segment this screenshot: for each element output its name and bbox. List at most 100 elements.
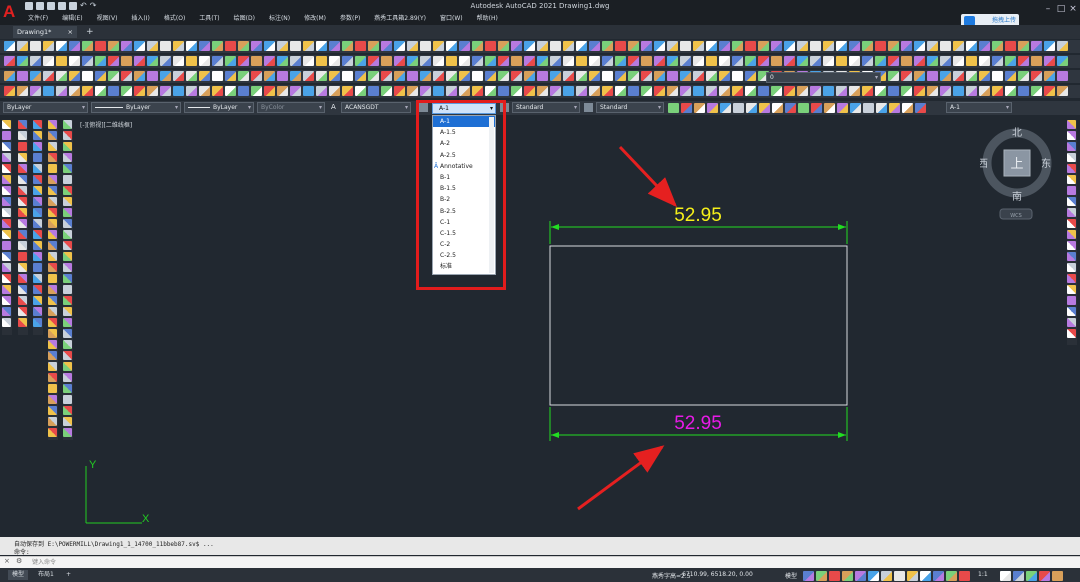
side-toolbar-button-icon[interactable] [63, 274, 72, 283]
side-toolbar-button-icon[interactable] [33, 142, 42, 151]
toolbar-button-icon[interactable] [355, 86, 366, 96]
toolbar-button-icon[interactable] [277, 86, 288, 96]
toolbar-button-icon[interactable] [798, 103, 809, 113]
toolbar-button-icon[interactable] [1052, 571, 1063, 581]
toolbar-button-icon[interactable] [1005, 56, 1016, 66]
toolbar-button-icon[interactable] [173, 41, 184, 51]
toolbar-button-icon[interactable] [290, 41, 301, 51]
toolbar-button-icon[interactable] [303, 41, 314, 51]
toolbar-button-icon[interactable] [707, 103, 718, 113]
toolbar-button-icon[interactable] [537, 56, 548, 66]
side-toolbar-button-icon[interactable] [2, 252, 11, 261]
side-toolbar-button-icon[interactable] [63, 384, 72, 393]
toolbar-button-icon[interactable] [915, 103, 926, 113]
toolbar-button-icon[interactable] [719, 56, 730, 66]
side-toolbar-button-icon[interactable] [18, 230, 27, 239]
tab-close-icon[interactable]: × [68, 26, 73, 38]
toolbar-button-icon[interactable] [667, 41, 678, 51]
plotstyle-combo[interactable]: ByColor ▾ [257, 102, 325, 113]
side-toolbar-button-icon[interactable] [48, 384, 57, 393]
side-toolbar-button-icon[interactable] [63, 186, 72, 195]
toolbar-button-icon[interactable] [316, 86, 327, 96]
side-toolbar-button-icon[interactable] [63, 131, 72, 140]
toolbar-button-icon[interactable] [797, 41, 808, 51]
toolbar-button-icon[interactable] [433, 41, 444, 51]
toolbar-button-icon[interactable] [316, 41, 327, 51]
toolbar-button-icon[interactable] [407, 56, 418, 66]
toolbar-button-icon[interactable] [927, 56, 938, 66]
toolbar-button-icon[interactable] [680, 56, 691, 66]
toolbar-button-icon[interactable] [30, 86, 41, 96]
toolbar-button-icon[interactable] [173, 71, 184, 81]
toolbar-button-icon[interactable] [4, 41, 15, 51]
side-toolbar-button-icon[interactable] [48, 120, 57, 129]
side-toolbar-button-icon[interactable] [48, 142, 57, 151]
toolbar-button-icon[interactable] [407, 86, 418, 96]
toolbar-button-icon[interactable] [134, 56, 145, 66]
command-customize-icon[interactable]: ⚙ [16, 557, 22, 565]
toolbar-button-icon[interactable] [342, 41, 353, 51]
toolbar-button-icon[interactable] [888, 41, 899, 51]
side-toolbar-button-icon[interactable] [48, 329, 57, 338]
linetype-combo[interactable]: ByLayer ▾ [91, 102, 181, 113]
toolbar-button-icon[interactable] [953, 86, 964, 96]
toolbar-button-icon[interactable] [829, 571, 840, 581]
toolbar-button-icon[interactable] [212, 56, 223, 66]
compass-south[interactable]: 南 [1012, 190, 1022, 203]
toolbar-button-icon[interactable] [771, 41, 782, 51]
toolbar-button-icon[interactable] [680, 71, 691, 81]
toolbar-button-icon[interactable] [940, 56, 951, 66]
side-toolbar-button-icon[interactable] [18, 164, 27, 173]
side-toolbar-button-icon[interactable] [63, 164, 72, 173]
toolbar-button-icon[interactable] [134, 86, 145, 96]
side-toolbar-button-icon[interactable] [1067, 285, 1076, 294]
toolbar-button-icon[interactable] [746, 103, 757, 113]
toolbar-button-icon[interactable] [771, 86, 782, 96]
command-input[interactable] [0, 556, 1080, 568]
toolbar-button-icon[interactable] [264, 41, 275, 51]
toolbar-button-icon[interactable] [959, 571, 970, 581]
toolbar-button-icon[interactable] [394, 41, 405, 51]
toolbar-button-icon[interactable] [842, 571, 853, 581]
side-toolbar-button-icon[interactable] [18, 120, 27, 129]
toolbar-button-icon[interactable] [641, 56, 652, 66]
side-toolbar-button-icon[interactable] [18, 307, 27, 316]
toolbar-button-icon[interactable] [914, 71, 925, 81]
toolbar-button-icon[interactable] [855, 571, 866, 581]
side-toolbar-button-icon[interactable] [2, 120, 11, 129]
toolbar-button-icon[interactable] [875, 86, 886, 96]
toolbar-button-icon[interactable] [537, 86, 548, 96]
toolbar-button-icon[interactable] [212, 41, 223, 51]
toolbar-button-icon[interactable] [407, 71, 418, 81]
toolbar-button-icon[interactable] [82, 56, 93, 66]
toolbar-button-icon[interactable] [238, 56, 249, 66]
toolbar-button-icon[interactable] [251, 86, 262, 96]
toolbar-button-icon[interactable] [563, 56, 574, 66]
toolbar-button-icon[interactable] [628, 41, 639, 51]
toolbar-button-icon[interactable] [251, 71, 262, 81]
toolbar-button-icon[interactable] [394, 71, 405, 81]
toolbar-button-icon[interactable] [251, 56, 262, 66]
toolbar-button-icon[interactable] [881, 571, 892, 581]
toolbar-button-icon[interactable] [979, 56, 990, 66]
side-toolbar-button-icon[interactable] [33, 186, 42, 195]
toolbar-button-icon[interactable] [784, 86, 795, 96]
bottom-dimension[interactable]: 52.95 [549, 407, 848, 441]
toolbar-button-icon[interactable] [966, 56, 977, 66]
side-toolbar-button-icon[interactable] [33, 219, 42, 228]
toolbar-button-icon[interactable] [368, 41, 379, 51]
toolbar-button-icon[interactable] [147, 41, 158, 51]
toolbar-button-icon[interactable] [303, 86, 314, 96]
toolbar-button-icon[interactable] [888, 86, 899, 96]
toolbar-button-icon[interactable] [95, 41, 106, 51]
side-toolbar-button-icon[interactable] [48, 362, 57, 371]
toolbar-button-icon[interactable] [667, 71, 678, 81]
toolbar-button-icon[interactable] [589, 71, 600, 81]
side-toolbar-button-icon[interactable] [1067, 164, 1076, 173]
menu-yanxiu[interactable]: 燕秀工具箱2.89(Y) [374, 13, 426, 23]
side-toolbar-button-icon[interactable] [1067, 307, 1076, 316]
toolbar-button-icon[interactable] [433, 56, 444, 66]
side-toolbar-button-icon[interactable] [48, 230, 57, 239]
toolbar-button-icon[interactable] [420, 41, 431, 51]
compass-west[interactable]: 西 [980, 159, 988, 170]
